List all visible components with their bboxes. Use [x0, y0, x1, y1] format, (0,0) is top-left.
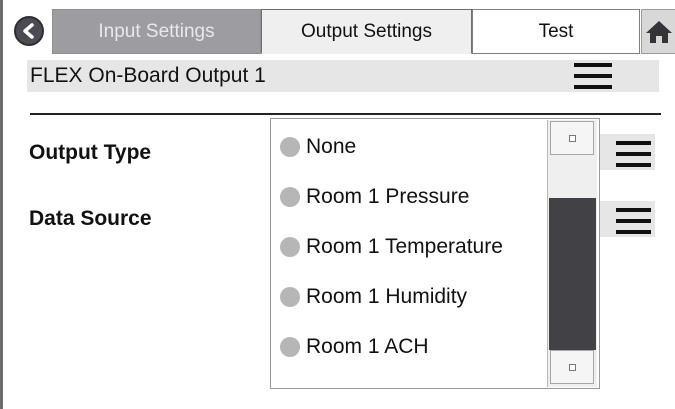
scroll-down-icon: [569, 364, 576, 371]
radio-icon: [280, 137, 300, 157]
scrollbar[interactable]: [547, 120, 597, 387]
output-header-bar: FLEX On-Board Output 1: [27, 60, 659, 92]
dropdown-option[interactable]: Room 1 Humidity: [280, 277, 467, 317]
dropdown-option[interactable]: Room 1 ACH: [280, 327, 429, 367]
data-source-menu-button[interactable]: [597, 201, 655, 237]
divider: [30, 113, 661, 115]
tab-input-settings[interactable]: Input Settings: [52, 9, 261, 54]
radio-icon: [280, 287, 300, 307]
option-label: None: [306, 135, 357, 158]
scroll-up-button[interactable]: [550, 121, 594, 155]
tab-test[interactable]: Test: [472, 9, 640, 54]
tab-label: Test: [538, 20, 574, 42]
window-edge: [0, 0, 3, 409]
dropdown-option[interactable]: None: [280, 127, 356, 167]
hamburger-menu-icon: [616, 141, 651, 167]
tab-label: Input Settings: [98, 20, 215, 42]
hamburger-menu-icon: [616, 208, 651, 234]
option-label: Room 1 ACH: [306, 335, 429, 358]
output-type-menu-button[interactable]: [597, 134, 655, 170]
option-label: Room 1 Temperature: [306, 235, 503, 258]
radio-icon: [280, 237, 300, 257]
back-arrow-icon: [23, 23, 34, 39]
dropdown-option[interactable]: Room 1 Temperature: [280, 227, 503, 267]
data-source-label: Data Source: [29, 207, 152, 230]
home-button[interactable]: [641, 9, 675, 54]
dropdown-option[interactable]: Room 1 Pressure: [280, 177, 469, 217]
tab-label: Output Settings: [301, 20, 432, 42]
hamburger-menu-icon[interactable]: [574, 63, 612, 90]
back-button[interactable]: [14, 16, 44, 46]
tab-output-settings[interactable]: Output Settings: [261, 9, 472, 54]
radio-icon: [280, 187, 300, 207]
output-type-label: Output Type: [29, 141, 152, 164]
scroll-down-button[interactable]: [550, 350, 594, 384]
scroll-up-icon: [569, 135, 576, 142]
radio-icon: [280, 337, 300, 357]
option-label: Room 1 Pressure: [306, 185, 470, 208]
scroll-thumb[interactable]: [549, 198, 596, 350]
option-label: Room 1 Humidity: [306, 285, 468, 308]
output-type-dropdown[interactable]: None Room 1 Pressure Room 1 Temperature …: [270, 118, 600, 389]
output-title: FLEX On-Board Output 1: [30, 64, 266, 87]
home-icon: [646, 21, 672, 43]
